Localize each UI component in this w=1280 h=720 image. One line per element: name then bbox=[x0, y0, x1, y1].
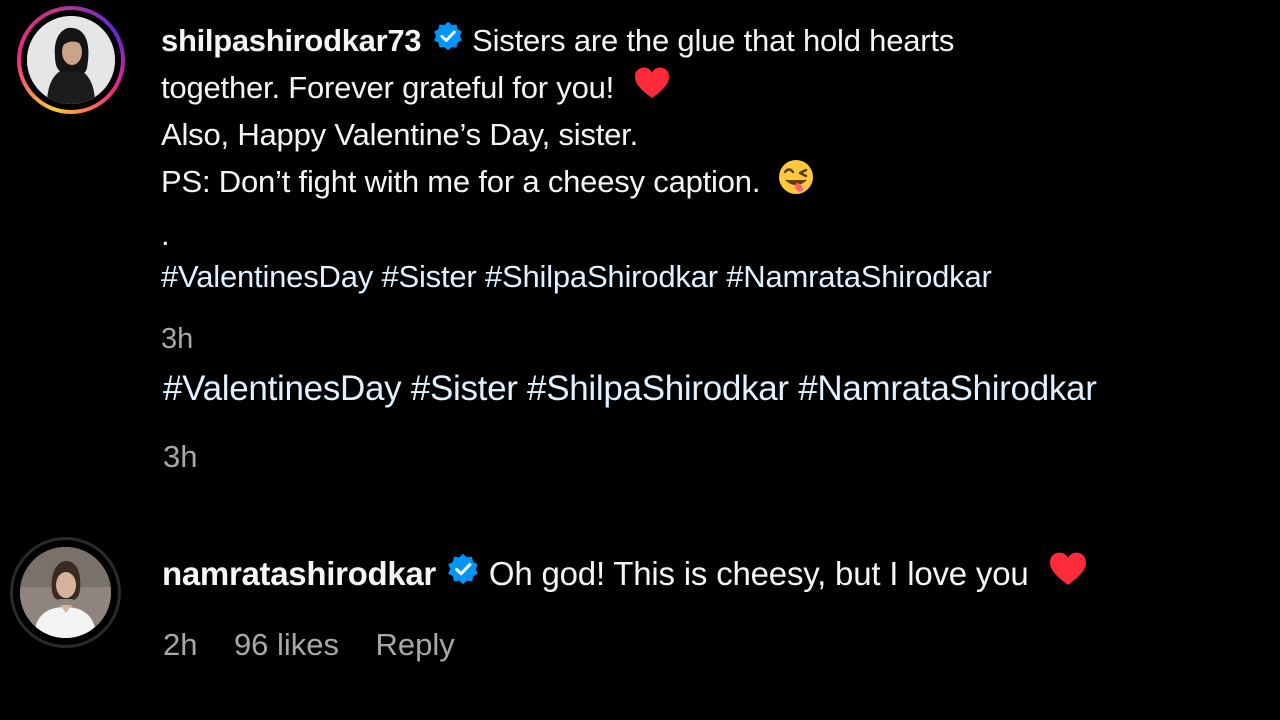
comment-text: Oh god! This is cheesy, but I love you bbox=[488, 555, 1029, 592]
reply-button[interactable]: Reply bbox=[376, 627, 455, 662]
comment-text-line: PS: Don’t fight with me for a cheesy cap… bbox=[161, 164, 761, 199]
red-heart-emoji-icon bbox=[633, 66, 671, 117]
comment-timestamp: 3h bbox=[163, 439, 198, 474]
comment-timestamp: 2h bbox=[163, 627, 198, 662]
story-ring-avatar[interactable] bbox=[17, 6, 125, 114]
hashtag-line[interactable]: #ValentinesDay #Sister #ShilpaShirodkar … bbox=[161, 259, 992, 294]
verified-badge-icon bbox=[446, 552, 480, 605]
person-photo-icon bbox=[20, 547, 111, 638]
person-photo-icon bbox=[27, 16, 115, 104]
comment-username[interactable]: namratashirodkar bbox=[162, 555, 436, 592]
hashtag-line[interactable]: #ValentinesDay #Sister #ShilpaShirodkar … bbox=[163, 369, 1097, 408]
comment-text-line: . bbox=[161, 217, 170, 252]
verified-badge-icon bbox=[432, 20, 464, 69]
comment-text-line: together. Forever grateful for you! bbox=[161, 70, 615, 105]
comment-timestamp: 3h bbox=[161, 323, 194, 355]
red-heart-emoji-icon bbox=[1047, 551, 1089, 606]
likes-count[interactable]: 96 likes bbox=[234, 627, 339, 662]
comment-text-line: Sisters are the glue that hold hearts bbox=[472, 23, 955, 58]
comment-username[interactable]: shilpashirodkar73 bbox=[161, 23, 422, 58]
comment-text-line: Also, Happy Valentine’s Day, sister. bbox=[161, 117, 638, 152]
face-savoring-food-emoji-icon bbox=[777, 158, 815, 213]
avatar[interactable] bbox=[27, 16, 115, 104]
avatar[interactable] bbox=[20, 547, 111, 638]
